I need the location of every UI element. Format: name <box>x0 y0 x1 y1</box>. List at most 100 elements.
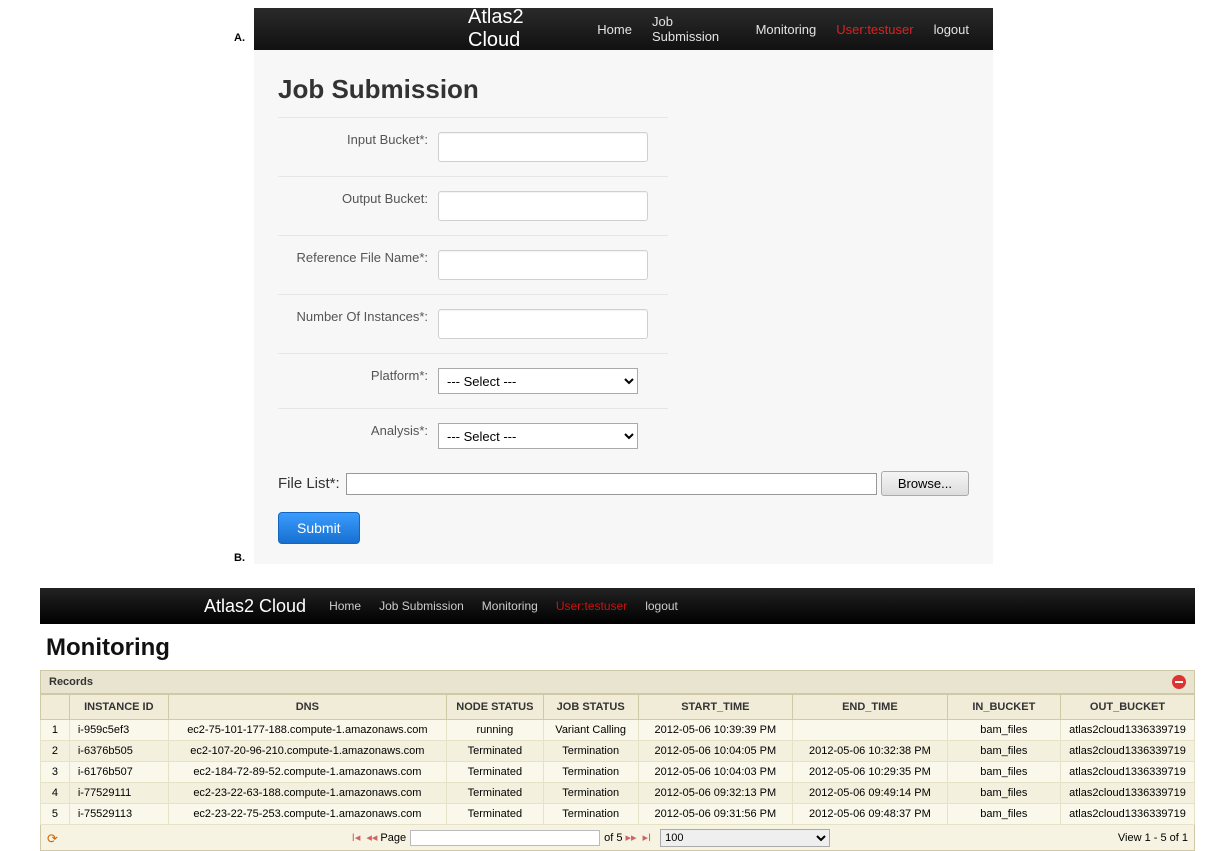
nav-home[interactable]: Home <box>597 22 632 37</box>
cell-instance_id: i-959c5ef3 <box>69 720 168 741</box>
cell-start_time: 2012-05-06 10:04:03 PM <box>638 762 793 783</box>
pager-view-text: View 1 - 5 of 1 <box>1118 832 1188 844</box>
cell-n: 1 <box>41 720 70 741</box>
pager-next-icon[interactable]: ▸▸ <box>625 831 636 844</box>
grid-caption: Records <box>40 670 1195 694</box>
table-row[interactable]: 2i-6376b505ec2-107-20-96-210.compute-1.a… <box>41 741 1195 762</box>
platform-label: Platform*: <box>278 368 438 385</box>
cell-in_bucket: bam_files <box>947 804 1060 825</box>
output-bucket-label: Output Bucket: <box>278 191 438 208</box>
page-title: Job Submission <box>278 74 969 105</box>
cell-end_time: 2012-05-06 10:32:38 PM <box>793 741 948 762</box>
col-start-time[interactable]: START_TIME <box>638 695 793 720</box>
submit-button[interactable]: Submit <box>278 512 360 544</box>
pager: I◂ ◂◂ Page of 5 ▸▸ ▸I 100 View 1 - 5 of … <box>40 825 1195 851</box>
cell-out_bucket: atlas2cloud1336339719 <box>1060 804 1194 825</box>
cell-out_bucket: atlas2cloud1336339719 <box>1060 762 1194 783</box>
nav-user-b: User:testuser <box>556 599 627 613</box>
output-bucket-field[interactable] <box>438 191 648 221</box>
col-job-status[interactable]: JOB STATUS <box>543 695 638 720</box>
table-row[interactable]: 4i-77529111ec2-23-22-63-188.compute-1.am… <box>41 783 1195 804</box>
nav-monitoring-b[interactable]: Monitoring <box>482 599 538 613</box>
cell-node_status: Terminated <box>446 741 543 762</box>
cell-start_time: 2012-05-06 09:31:56 PM <box>638 804 793 825</box>
nav-user: User:testuser <box>836 22 913 37</box>
analysis-select[interactable]: --- Select --- <box>438 423 638 449</box>
cell-end_time: 2012-05-06 09:49:14 PM <box>793 783 948 804</box>
cell-n: 5 <box>41 804 70 825</box>
cell-start_time: 2012-05-06 10:39:39 PM <box>638 720 793 741</box>
input-bucket-label: Input Bucket*: <box>278 132 438 149</box>
navbar-a: Atlas2 Cloud Home Job Submission Monitor… <box>254 8 993 50</box>
platform-select[interactable]: --- Select --- <box>438 368 638 394</box>
col-instance-id[interactable]: INSTANCE ID <box>69 695 168 720</box>
table-row[interactable]: 5i-75529113ec2-23-22-75-253.compute-1.am… <box>41 804 1195 825</box>
pager-pagesize-select[interactable]: 100 <box>660 829 830 847</box>
cell-out_bucket: atlas2cloud1336339719 <box>1060 783 1194 804</box>
cell-instance_id: i-77529111 <box>69 783 168 804</box>
navbar-b: Atlas2 Cloud Home Job Submission Monitor… <box>40 588 1195 624</box>
input-bucket-field[interactable] <box>438 132 648 162</box>
pager-of-label: of 5 <box>604 832 622 844</box>
nav-logout[interactable]: logout <box>934 22 969 37</box>
cell-out_bucket: atlas2cloud1336339719 <box>1060 741 1194 762</box>
cell-in_bucket: bam_files <box>947 783 1060 804</box>
nav-job-submission[interactable]: Job Submission <box>652 14 736 44</box>
grid-caption-text: Records <box>49 676 93 688</box>
panel-label-a: A. <box>226 26 253 50</box>
nav-monitoring[interactable]: Monitoring <box>756 22 817 37</box>
col-in-bucket[interactable]: IN_BUCKET <box>947 695 1060 720</box>
brand-b: Atlas2 Cloud <box>204 596 306 617</box>
cell-start_time: 2012-05-06 09:32:13 PM <box>638 783 793 804</box>
records-grid: INSTANCE ID DNS NODE STATUS JOB STATUS S… <box>40 694 1195 825</box>
col-out-bucket[interactable]: OUT_BUCKET <box>1060 695 1194 720</box>
cell-end_time: 2012-05-06 10:29:35 PM <box>793 762 948 783</box>
page-title-b: Monitoring <box>40 624 1195 670</box>
cell-job_status: Termination <box>543 741 638 762</box>
cell-in_bucket: bam_files <box>947 720 1060 741</box>
nav-job-submission-b[interactable]: Job Submission <box>379 599 464 613</box>
browse-button[interactable]: Browse... <box>881 471 969 496</box>
analysis-label: Analysis*: <box>278 423 438 440</box>
col-end-time[interactable]: END_TIME <box>793 695 948 720</box>
panel-label-b: B. <box>226 546 1217 570</box>
pager-page-input[interactable] <box>410 830 600 846</box>
cell-node_status: running <box>446 720 543 741</box>
pager-first-icon[interactable]: I◂ <box>352 831 361 844</box>
table-row[interactable]: 3i-6176b507ec2-184-72-89-52.compute-1.am… <box>41 762 1195 783</box>
cell-end_time <box>793 720 948 741</box>
panel-b: Atlas2 Cloud Home Job Submission Monitor… <box>40 588 1195 851</box>
file-list-field[interactable] <box>346 473 877 495</box>
pager-page-label: Page <box>380 832 406 844</box>
pager-last-icon[interactable]: ▸I <box>643 831 652 844</box>
cell-in_bucket: bam_files <box>947 741 1060 762</box>
reference-file-label: Reference File Name*: <box>278 250 438 267</box>
cell-node_status: Terminated <box>446 804 543 825</box>
num-instances-field[interactable] <box>438 309 648 339</box>
reference-file-field[interactable] <box>438 250 648 280</box>
nav-logout-b[interactable]: logout <box>645 599 678 613</box>
cell-dns: ec2-75-101-177-188.compute-1.amazonaws.c… <box>168 720 446 741</box>
cell-out_bucket: atlas2cloud1336339719 <box>1060 720 1194 741</box>
col-node-status[interactable]: NODE STATUS <box>446 695 543 720</box>
cell-job_status: Termination <box>543 783 638 804</box>
pager-prev-icon[interactable]: ◂◂ <box>366 831 377 844</box>
nav-home-b[interactable]: Home <box>329 599 361 613</box>
panel-a: Atlas2 Cloud Home Job Submission Monitor… <box>254 8 993 564</box>
cell-job_status: Termination <box>543 762 638 783</box>
cell-instance_id: i-6376b505 <box>69 741 168 762</box>
cell-node_status: Terminated <box>446 783 543 804</box>
cell-end_time: 2012-05-06 09:48:37 PM <box>793 804 948 825</box>
brand: Atlas2 Cloud <box>468 6 571 52</box>
col-dns[interactable]: DNS <box>168 695 446 720</box>
cell-job_status: Termination <box>543 804 638 825</box>
collapse-icon[interactable] <box>1172 675 1186 689</box>
col-rownum[interactable] <box>41 695 70 720</box>
cell-dns: ec2-23-22-75-253.compute-1.amazonaws.com <box>168 804 446 825</box>
table-row[interactable]: 1i-959c5ef3ec2-75-101-177-188.compute-1.… <box>41 720 1195 741</box>
cell-n: 4 <box>41 783 70 804</box>
cell-instance_id: i-75529113 <box>69 804 168 825</box>
cell-job_status: Variant Calling <box>543 720 638 741</box>
cell-dns: ec2-184-72-89-52.compute-1.amazonaws.com <box>168 762 446 783</box>
refresh-icon[interactable] <box>47 831 61 845</box>
